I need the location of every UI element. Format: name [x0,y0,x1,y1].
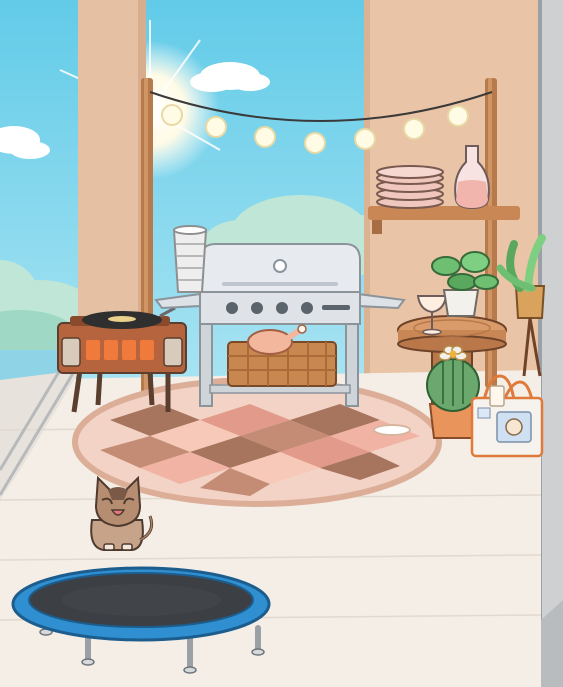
plate-stack[interactable] [376,165,444,209]
patio-scene [0,0,563,687]
floor-bowl [373,424,411,436]
scene-canvas [0,0,563,687]
stacked-cups[interactable] [172,225,208,293]
plates-icon [376,165,444,209]
cups-icon [172,225,208,293]
